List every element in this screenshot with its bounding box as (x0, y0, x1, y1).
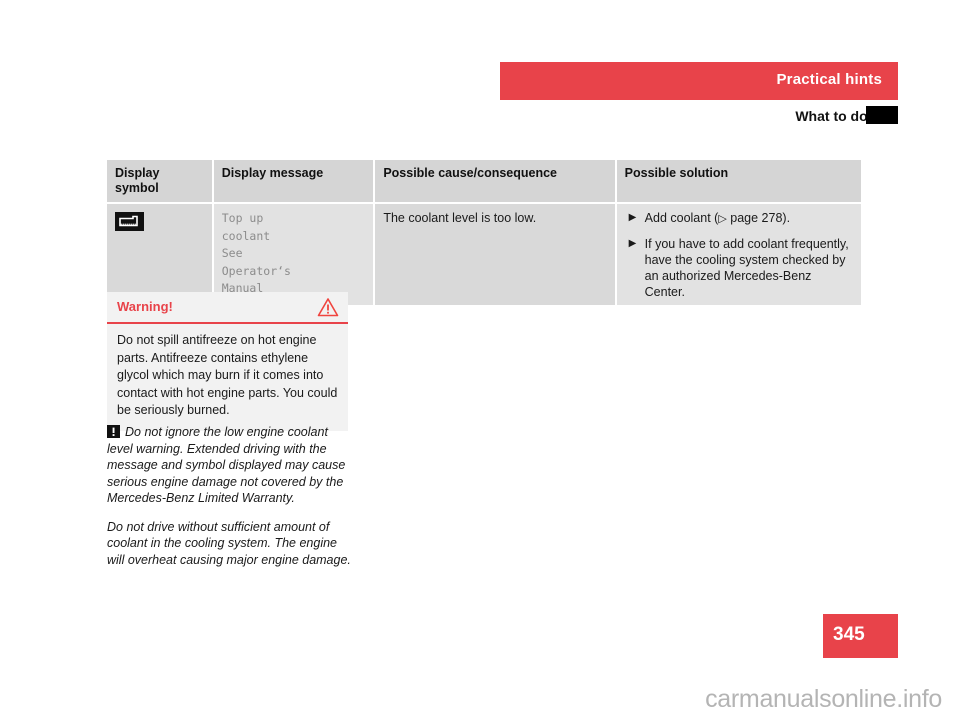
warning-box-header: Warning! (107, 292, 348, 324)
display-message-line: See (221, 246, 243, 260)
page-reference-arrow-icon: ▷ (718, 213, 727, 225)
section-thumb-tab (866, 106, 898, 124)
page-number-block: 345 (823, 614, 898, 658)
solution-bullet-item: ▶ Add coolant (▷ page 278). (629, 210, 853, 227)
note-paragraph-text: Do not ignore the low engine coolant lev… (107, 425, 346, 505)
solution-text-prefix: Add coolant ( (644, 211, 719, 225)
header-red-band: Practical hints (500, 62, 898, 100)
important-note: Do not ignore the low engine coolant lev… (107, 424, 352, 568)
column-header-possible-solution: Possible solution (616, 160, 861, 202)
display-messages-table: Display symbol Display message Possible … (107, 160, 861, 305)
page-title: Practical hints (776, 71, 882, 88)
note-paragraph: Do not drive without sufficient amount o… (107, 519, 351, 567)
table-row: Top up coolant See Operator‘s Manual The… (107, 204, 861, 305)
display-message-line: Operator‘s (221, 263, 291, 278)
coolant-level-warning-icon (115, 212, 144, 231)
display-message-line: coolant (221, 228, 271, 243)
site-watermark: carmanualsonline.info (705, 685, 942, 713)
display-message-line: Top up (221, 211, 264, 225)
note-paragraph: Do not ignore the low engine coolant lev… (107, 424, 352, 507)
exclamation-box-icon (107, 425, 120, 438)
table-header-row: Display symbol Display message Possible … (107, 160, 861, 202)
column-header-display-symbol: Display symbol (107, 160, 212, 202)
cell-display-message: Top up coolant See Operator‘s Manual (213, 204, 374, 305)
cell-possible-solution: ▶ Add coolant (▷ page 278). ▶ If you hav… (616, 204, 861, 305)
column-header-possible-cause: Possible cause/consequence (375, 160, 615, 202)
cell-display-symbol (107, 204, 212, 305)
solution-bullet-text: Add coolant (▷ page 278). (645, 210, 853, 227)
warning-title: Warning! (117, 299, 173, 314)
warning-triangle-icon (317, 297, 339, 322)
bullet-triangle-icon: ▶ (628, 212, 637, 223)
warning-box: Warning! Do not spill antifreeze on hot … (107, 292, 348, 431)
solution-bullet-text: If you have to add coolant frequently, h… (644, 237, 849, 299)
page-number: 345 (833, 624, 865, 645)
bullet-triangle-icon: ▶ (628, 238, 637, 249)
column-header-display-message: Display message (213, 160, 374, 202)
page-reference-text[interactable]: page 278). (727, 211, 790, 225)
cell-possible-cause: The coolant level is too low. (375, 204, 615, 305)
solution-bullet-item: ▶ If you have to add coolant frequently,… (629, 236, 853, 300)
warning-body-text: Do not spill antifreeze on hot engine pa… (117, 333, 338, 417)
